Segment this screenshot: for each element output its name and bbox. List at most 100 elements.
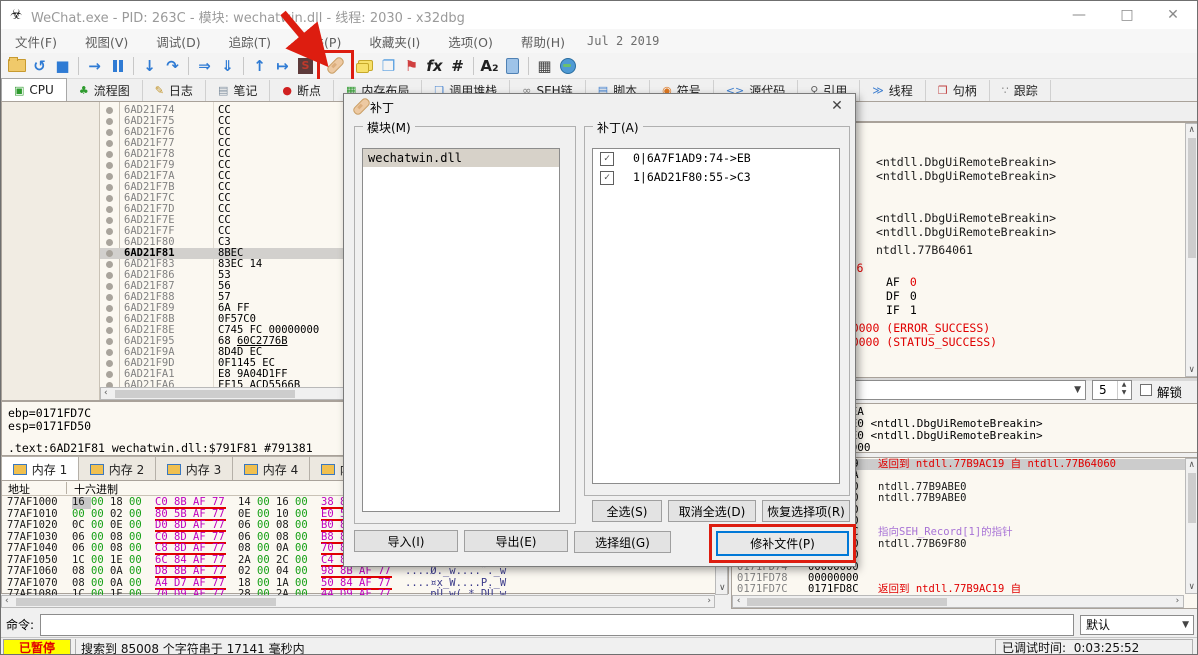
memory-byte[interactable]: 18 [110, 496, 129, 509]
calculator-icon[interactable]: ▦ [533, 55, 556, 77]
breakpoint-dot-icon[interactable] [106, 184, 113, 191]
memory-row[interactable]: 77AF1060 08 00 0A 00 D8 8B AF 77 02 00 04 00 98 8B AF 77… [2, 565, 730, 578]
hash-icon[interactable]: # [446, 55, 469, 77]
memory-byte[interactable]: 00 [295, 565, 314, 578]
menu-item-收藏夹[interactable]: 收藏夹(I) [355, 32, 434, 51]
unlock-checkbox[interactable] [1140, 384, 1152, 396]
function-icon[interactable]: fx [423, 55, 446, 77]
menu-item-视图[interactable]: 视图(V) [71, 32, 142, 51]
run-to-cursor-icon[interactable]: ⇒ [193, 55, 216, 77]
label-icon[interactable]: ❐ [377, 55, 400, 77]
memory-byte[interactable]: 16 [72, 496, 91, 509]
memory-byte[interactable]: 00 [257, 496, 276, 509]
run-to-user-code-icon[interactable]: ↦ [271, 55, 294, 77]
breakpoint-dot-icon[interactable] [106, 151, 113, 158]
tab-笔记[interactable]: ▤ 笔记 [205, 80, 271, 101]
memory-byte[interactable]: 08 [72, 565, 91, 578]
tab-跟踪[interactable]: ∵ 跟踪 [989, 80, 1051, 101]
device-icon[interactable] [501, 55, 524, 77]
memory-byte[interactable]: 00 [129, 496, 148, 509]
memory-tab-4[interactable]: 内存 4 [233, 456, 310, 482]
breakpoint-dot-icon[interactable] [106, 338, 113, 345]
breakpoint-dot-icon[interactable] [106, 195, 113, 202]
breakpoint-dot-icon[interactable] [106, 217, 113, 224]
breakpoint-dot-icon[interactable] [106, 261, 113, 268]
tab-流程图[interactable]: ♣ 流程图 [66, 80, 143, 101]
flag-value[interactable]: 0 [900, 275, 917, 289]
step-over-icon[interactable]: ↷ [161, 55, 184, 77]
minimize-button[interactable]: — [1057, 1, 1101, 29]
breakpoint-dot-icon[interactable] [106, 272, 113, 279]
breakpoint-dot-icon[interactable] [106, 107, 113, 114]
command-input[interactable] [40, 613, 1075, 636]
restart-icon[interactable]: ↺ [28, 55, 51, 77]
memory-byte[interactable]: 00 [257, 565, 276, 578]
registers-vscrollbar[interactable]: ∧ ∨ [1185, 123, 1197, 377]
tab-日志[interactable]: ✎ 日志 [142, 80, 206, 101]
memory-byte[interactable]: 00 [295, 542, 314, 555]
flag-value[interactable]: 1 [900, 303, 917, 317]
menu-item-文件[interactable]: 文件(F) [1, 32, 71, 51]
breakpoint-dot-icon[interactable] [106, 228, 113, 235]
strings-icon[interactable]: A₂ [478, 55, 501, 77]
memory-byte[interactable]: 08 [110, 542, 129, 555]
memory-byte[interactable]: 04 [276, 565, 295, 578]
open-file-icon[interactable] [5, 55, 28, 77]
breakpoint-dot-icon[interactable] [106, 250, 113, 257]
breakpoint-dot-icon[interactable] [106, 140, 113, 147]
memory-byte[interactable]: 08 [276, 519, 295, 532]
stop-icon[interactable]: ■ [51, 55, 74, 77]
memory-byte[interactable]: 00 [91, 519, 110, 532]
memory-byte[interactable]: 02 [238, 565, 257, 578]
import-button[interactable]: 导入(I) [354, 530, 458, 552]
breakpoint-dot-icon[interactable] [106, 118, 113, 125]
memory-byte[interactable]: 00 [295, 519, 314, 532]
stack-hscrollbar[interactable]: ‹ › [732, 595, 1184, 608]
memory-byte[interactable]: 16 [276, 496, 295, 509]
memory-byte[interactable]: 00 [91, 542, 110, 555]
dialog-title-bar[interactable]: 补丁 ✕ [344, 94, 855, 119]
maximize-button[interactable]: □ [1105, 1, 1149, 29]
flag-value[interactable]: 0 [900, 289, 917, 303]
memory-tab-1[interactable]: 内存 1 [1, 456, 79, 482]
memory-byte[interactable]: 00 [295, 496, 314, 509]
patch-file-button[interactable]: 修补文件(P) [716, 531, 849, 556]
stack-vscrollbar[interactable]: ∧ ∨ [1185, 458, 1197, 594]
memory-byte[interactable]: 14 [238, 496, 257, 509]
patch-checkbox[interactable]: ✓ [600, 171, 614, 185]
deselect-all-button[interactable]: 取消全选(D) [668, 500, 756, 522]
export-button[interactable]: 导出(E) [464, 530, 568, 552]
tab-句柄[interactable]: ❒ 句柄 [925, 80, 990, 101]
memory-byte[interactable]: 00 [129, 519, 148, 532]
patch-checkbox[interactable]: ✓ [600, 152, 614, 166]
select-all-button[interactable]: 全选(S) [592, 500, 662, 522]
breakpoint-dot-icon[interactable] [106, 239, 113, 246]
execute-till-return-icon[interactable]: ↑ [248, 55, 271, 77]
memory-byte[interactable]: 06 [72, 542, 91, 555]
memory-byte[interactable]: 00 [91, 565, 110, 578]
breakpoint-dot-icon[interactable] [106, 129, 113, 136]
menu-item-追踪[interactable]: 追踪(T) [215, 32, 285, 51]
menu-item-帮助[interactable]: 帮助(H) [507, 32, 579, 51]
memory-byte[interactable]: 0A [110, 565, 129, 578]
bookmark-icon[interactable]: ⚑ [400, 55, 423, 77]
memory-tab-3[interactable]: 内存 3 [156, 456, 233, 482]
patch-list-item[interactable]: ✓ 0|6A7F1AD9:74->EB [593, 149, 839, 168]
memory-byte[interactable]: 0C [72, 519, 91, 532]
breakpoint-dot-icon[interactable] [106, 360, 113, 367]
memory-hscrollbar[interactable]: ‹ › [1, 595, 715, 608]
memory-byte[interactable]: 00 [91, 496, 110, 509]
breakpoint-dot-icon[interactable] [106, 316, 113, 323]
memory-byte[interactable]: 00 [129, 565, 148, 578]
breakpoint-dot-icon[interactable] [106, 294, 113, 301]
select-group-button[interactable]: 选择组(G) [574, 531, 671, 553]
breakpoint-dot-icon[interactable] [106, 206, 113, 213]
arg-count-stepper[interactable]: 5 ▲ ▼ [1092, 380, 1132, 400]
pause-icon[interactable] [106, 55, 129, 77]
close-button[interactable]: ✕ [1151, 1, 1195, 29]
dialog-close-button[interactable]: ✕ [821, 94, 853, 118]
tab-断点[interactable]: ● 断点 [270, 80, 334, 101]
step-out-icon[interactable]: ⇓ [216, 55, 239, 77]
menu-item-插件[interactable]: 插件(P) [285, 32, 355, 51]
memory-byte[interactable]: 00 [129, 542, 148, 555]
